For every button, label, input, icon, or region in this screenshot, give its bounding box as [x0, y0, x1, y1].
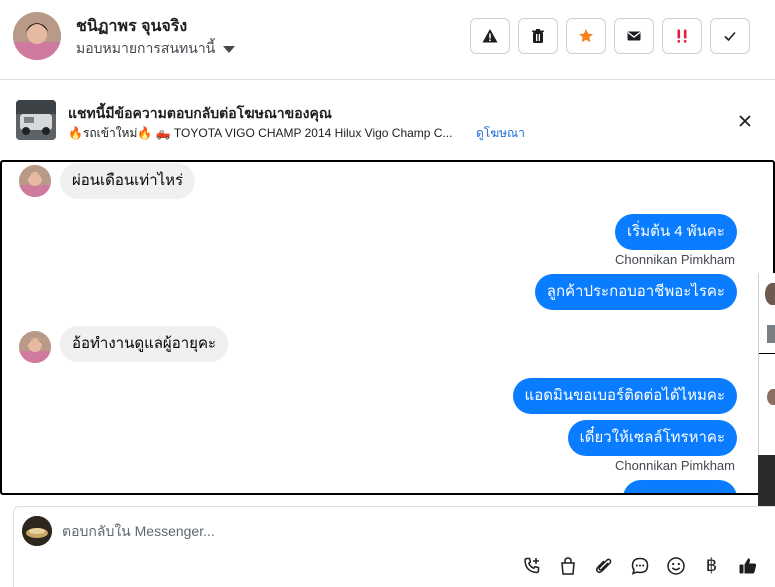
header-actions	[470, 18, 750, 54]
call-add-icon	[523, 557, 539, 573]
message-bubble-outgoing-partial	[623, 480, 737, 493]
ad-reply-banner: แชทนี้มีข้อความตอบกลับต่อโฆษณาของคุณ 🔥รถ…	[0, 81, 775, 160]
message-bubble-outgoing: เริ่มต้น 4 พันคะ	[615, 214, 737, 250]
spam-icon	[677, 29, 687, 43]
trash-icon	[532, 29, 544, 43]
attach-button[interactable]	[592, 554, 615, 577]
messenger-inbox-panel: ชนิฏาพร จุนจริง มอบหมายการสนทนานี้ แชทนี…	[0, 0, 775, 587]
saved-replies-button[interactable]	[628, 554, 651, 577]
reply-input[interactable]	[62, 521, 662, 541]
contact-name[interactable]: ชนิฏาพร จุนจริง	[76, 14, 187, 39]
check-icon	[724, 31, 736, 42]
call-add-button[interactable]	[520, 554, 543, 577]
caret-down-icon	[223, 46, 236, 53]
shopping-bag-icon	[560, 556, 575, 575]
message-bubble-outgoing: แอดมินขอเบอร์ติดต่อได้ไหมคะ	[512, 378, 737, 414]
warning-icon	[482, 29, 498, 43]
message-sender-name: Chonnikan Pimkham	[615, 458, 735, 473]
envelope-icon	[627, 31, 641, 41]
reply-composer: ฿	[13, 506, 775, 587]
thumbs-up-icon	[739, 557, 756, 573]
page-avatar	[22, 516, 52, 546]
paperclip-icon	[595, 558, 611, 573]
mark-done-button[interactable]	[710, 18, 750, 54]
side-avatar	[765, 283, 775, 305]
ad-text: 🔥รถเข้าใหม่🔥 🛻 TOYOTA VIGO CHAMP 2014 Hi…	[68, 126, 453, 140]
spam-button[interactable]	[662, 18, 702, 54]
assign-label: มอบหมายการสนทนานี้	[76, 40, 216, 56]
delete-button[interactable]	[518, 18, 558, 54]
ad-banner-title: แชทนี้มีข้อความตอบกลับต่อโฆษณาของคุณ	[68, 105, 332, 121]
chat-bubble-icon	[631, 557, 648, 575]
mark-unread-button[interactable]	[614, 18, 654, 54]
star-icon	[579, 29, 593, 43]
message-bubble-incoming: ผ่อนเดือนเท่าไหร่	[60, 163, 196, 199]
ad-subtitle-row: 🔥รถเข้าใหม่🔥 🛻 TOYOTA VIGO CHAMP 2014 Hi…	[68, 124, 525, 143]
assign-conversation-dropdown[interactable]: มอบหมายการสนทนานี้	[76, 38, 236, 60]
emoji-button[interactable]	[664, 554, 687, 577]
like-button[interactable]	[736, 554, 759, 577]
sender-avatar	[19, 331, 51, 363]
close-icon[interactable]	[737, 113, 753, 129]
side-avatar	[767, 389, 775, 405]
contact-avatar[interactable]	[13, 12, 61, 60]
baht-icon: ฿	[705, 555, 718, 575]
ad-thumbnail[interactable]	[16, 100, 56, 140]
message-thread[interactable]: ผ่อนเดือนเท่าไหร่ เริ่มต้น 4 พันคะ ลูกค้…	[0, 160, 775, 495]
side-divider	[759, 353, 775, 354]
shop-button[interactable]	[556, 554, 579, 577]
report-button[interactable]	[470, 18, 510, 54]
message-bubble-outgoing: ลูกค้าประกอบอาชีพอะไรคะ	[534, 274, 737, 310]
message-bubble-incoming: อ้อทำงานดูแลผู้อายุคะ	[60, 326, 229, 362]
composer-toolbar: ฿	[520, 554, 759, 577]
conversation-header: ชนิฏาพร จุนจริง มอบหมายการสนทนานี้	[0, 0, 775, 80]
view-ad-link[interactable]: ดูโฆษณา	[476, 124, 525, 143]
side-thumbnail	[767, 325, 775, 343]
sender-avatar	[19, 165, 51, 197]
emoji-icon	[666, 556, 685, 575]
payment-button[interactable]: ฿	[700, 554, 723, 577]
message-sender-name: Chonnikan Pimkham	[615, 252, 735, 267]
message-bubble-outgoing: เดี๋ยวให้เซลล์โทรหาคะ	[567, 420, 737, 456]
star-button[interactable]	[566, 18, 606, 54]
